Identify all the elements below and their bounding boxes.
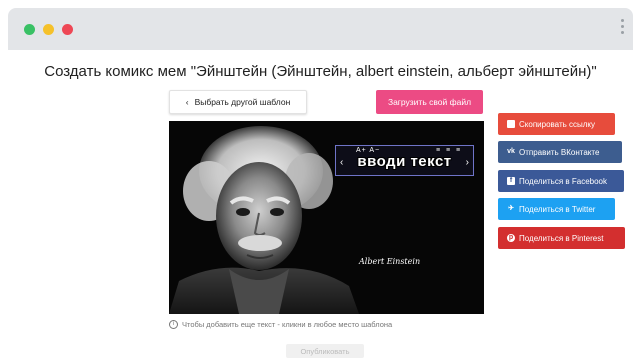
- facebook-icon: f: [507, 177, 515, 185]
- upload-file-button[interactable]: Загрузить свой файл: [376, 90, 483, 114]
- share-vk-label: Отправить ВКонтакте: [519, 147, 600, 157]
- meme-text[interactable]: вводи текст: [336, 153, 473, 170]
- copy-link-label: Скопировать ссылку: [519, 119, 596, 129]
- window-maximize-dot[interactable]: [62, 24, 73, 35]
- share-twitter-label: Поделиться в Twitter: [519, 204, 596, 214]
- meme-text-box[interactable]: A+ A− ≡ ≡ ≡ ‹ вводи текст ›: [335, 145, 474, 176]
- share-pinterest-button[interactable]: p Поделиться в Pinterest: [498, 227, 625, 249]
- kebab-menu-icon[interactable]: [621, 19, 625, 39]
- browser-window: Создать комикс мем "Эйнштейн (Эйнштейн, …: [0, 0, 641, 358]
- chevron-left-icon: ‹: [185, 97, 189, 107]
- share-twitter-button[interactable]: ✈ Поделиться в Twitter: [498, 198, 615, 220]
- share-facebook-button[interactable]: f Поделиться в Facebook: [498, 170, 624, 192]
- meme-canvas[interactable]: A+ A− ≡ ≡ ≡ ‹ вводи текст › Albert Einst…: [169, 121, 484, 314]
- share-facebook-label: Поделиться в Facebook: [519, 176, 608, 186]
- add-text-hint: i Чтобы добавить еще текст - кликни в лю…: [169, 320, 392, 329]
- page-title: Создать комикс мем "Эйнштейн (Эйнштейн, …: [44, 63, 597, 80]
- copy-icon: [507, 120, 515, 128]
- share-pinterest-label: Поделиться в Pinterest: [519, 233, 604, 243]
- twitter-icon: ✈: [508, 205, 514, 212]
- window-titlebar: [8, 8, 633, 50]
- choose-template-label: Выбрать другой шаблон: [194, 97, 291, 107]
- pinterest-icon: p: [507, 234, 515, 242]
- share-vk-button[interactable]: vk Отправить ВКонтакте: [498, 141, 622, 163]
- einstein-signature: Albert Einstein: [359, 257, 421, 266]
- info-icon: i: [169, 320, 178, 329]
- choose-template-button[interactable]: ‹ Выбрать другой шаблон: [169, 90, 307, 114]
- copy-link-button[interactable]: Скопировать ссылку: [498, 113, 615, 135]
- move-right-icon[interactable]: ›: [466, 157, 469, 168]
- publish-button[interactable]: Опубликовать: [286, 344, 364, 358]
- window-minimize-dot[interactable]: [43, 24, 54, 35]
- hint-text: Чтобы добавить еще текст - кликни в любо…: [182, 320, 393, 329]
- vk-icon: vk: [507, 148, 515, 155]
- window-close-dot[interactable]: [24, 24, 35, 35]
